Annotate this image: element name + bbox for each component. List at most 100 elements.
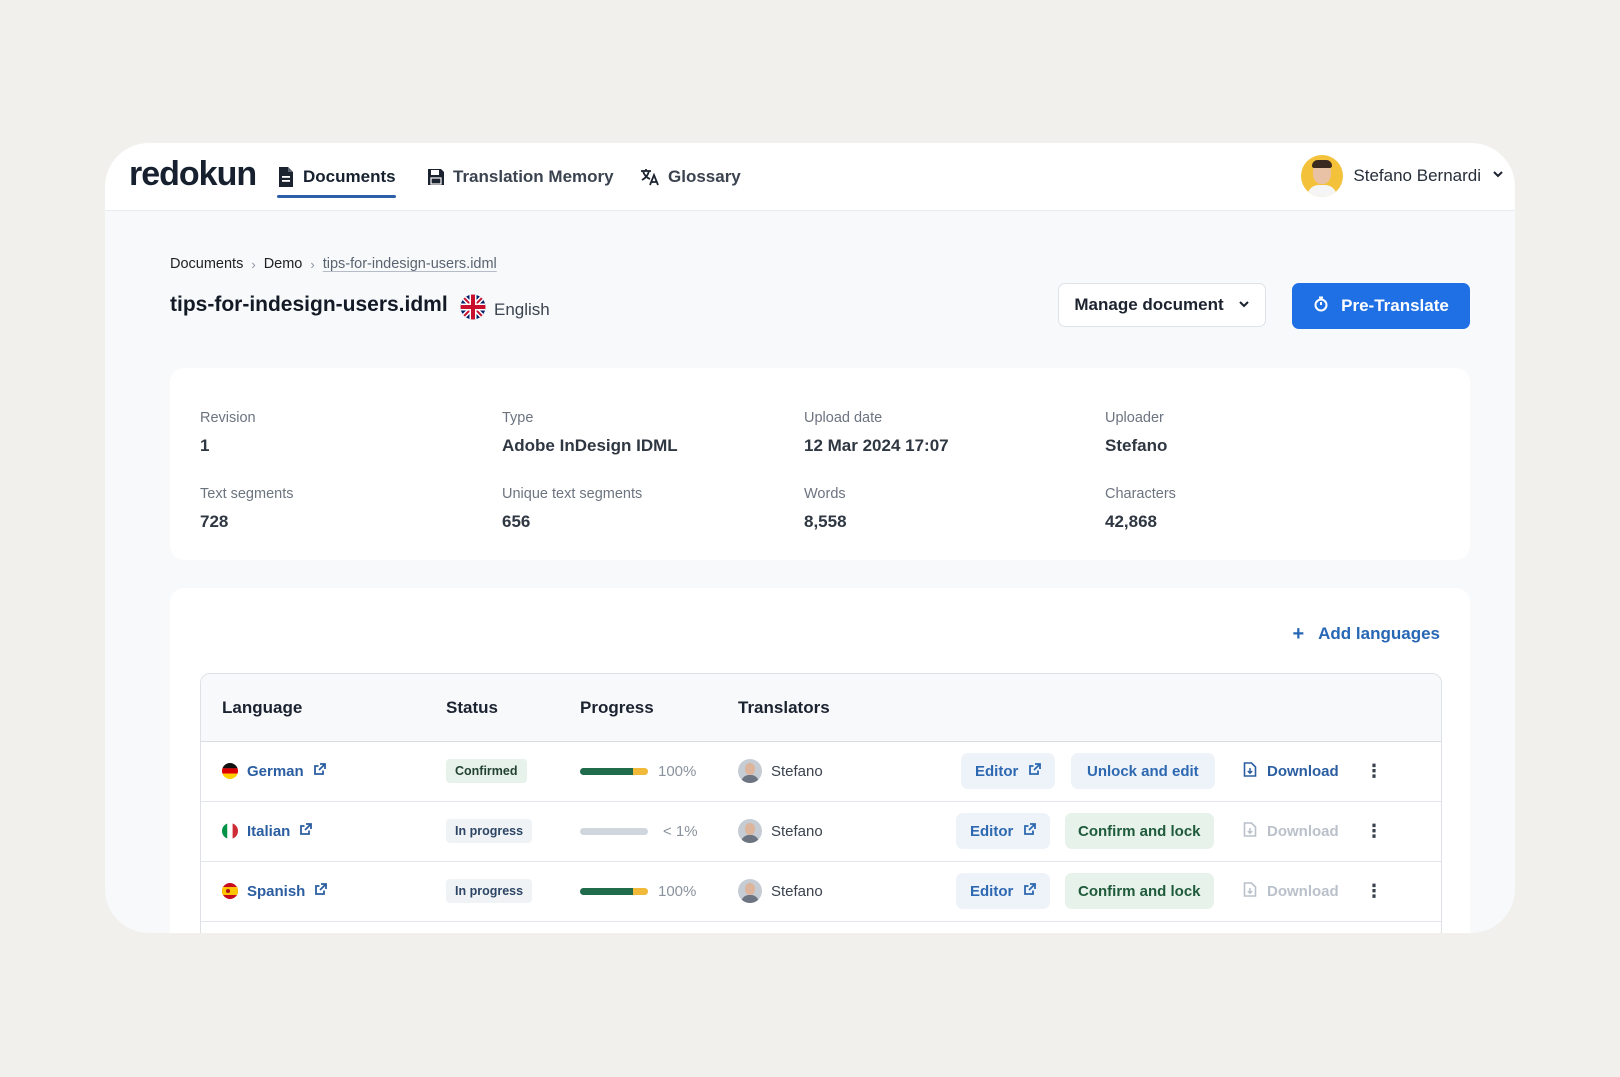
external-link-icon (1023, 822, 1037, 840)
editor-button[interactable]: Editor (961, 753, 1056, 789)
active-tab-indicator (277, 195, 396, 198)
nav-glossary-label: Glossary (668, 166, 741, 186)
progress-label: 100% (658, 882, 697, 900)
stat-upload-date: Upload date 12 Mar 2024 17:07 (804, 410, 949, 455)
chevron-down-icon (1491, 166, 1505, 186)
translator: Stefano (738, 741, 823, 801)
nav-translation-memory[interactable]: Translation Memory (427, 143, 614, 210)
top-navigation: redokun Documents Translation Memory Glo… (105, 143, 1515, 211)
uk-flag-icon (460, 294, 486, 325)
column-translators: Translators (738, 698, 830, 717)
language-link-italian[interactable]: Italian (222, 801, 313, 861)
document-icon (277, 166, 295, 187)
user-menu[interactable]: Stefano Bernardi (1301, 153, 1505, 199)
chevron-down-icon (1238, 295, 1250, 315)
stat-type: Type Adobe InDesign IDML (502, 410, 678, 455)
table-row: Italian In progress < 1% Stefano Editor … (201, 801, 1441, 862)
more-options-icon[interactable]: ⋮ (1365, 861, 1383, 921)
languages-table: Language Status Progress Translators Ger… (200, 673, 1442, 933)
progress-label: 100% (658, 762, 697, 780)
page-title: tips-for-indesign-users.idml (170, 293, 448, 316)
user-avatar (1301, 155, 1344, 197)
editor-button[interactable]: Editor (956, 873, 1051, 909)
progress-bar (580, 767, 648, 775)
breadcrumb-documents[interactable]: Documents (170, 256, 243, 272)
column-progress: Progress (580, 698, 654, 717)
stat-text-segments: Text segments 728 (200, 486, 294, 531)
download-button[interactable]: Download (1243, 861, 1339, 921)
column-language: Language (222, 698, 303, 717)
external-link-icon (1023, 882, 1037, 900)
stat-words: Words 8,558 (804, 486, 847, 531)
translator: Stefano (738, 861, 823, 921)
download-file-icon (1243, 881, 1257, 901)
source-language: English (460, 294, 550, 325)
stat-revision: Revision 1 (200, 410, 256, 455)
app-window: redokun Documents Translation Memory Glo… (105, 143, 1515, 933)
translate-icon (640, 167, 660, 187)
more-options-icon[interactable]: ⋮ (1365, 801, 1383, 861)
translator: Stefano (738, 801, 823, 861)
user-name: Stefano Bernardi (1353, 166, 1481, 185)
app-logo[interactable]: redokun (129, 155, 257, 194)
language-link-spanish[interactable]: Spanish (222, 861, 328, 921)
external-link-icon (1028, 762, 1042, 780)
table-row: Spanish In progress 100% Stefano Editor … (201, 861, 1441, 922)
breadcrumb-current[interactable]: tips-for-indesign-users.idml (323, 256, 497, 272)
download-button[interactable]: Download (1243, 741, 1339, 801)
external-link-icon (314, 882, 328, 900)
spain-flag-icon (222, 883, 238, 899)
italy-flag-icon (222, 823, 238, 839)
germany-flag-icon (222, 763, 238, 779)
breadcrumb-demo[interactable]: Demo (264, 256, 303, 272)
nav-glossary[interactable]: Glossary (640, 143, 741, 210)
status-badge: Confirmed (446, 759, 527, 783)
languages-card: + Add languages Language Status Progress… (170, 588, 1470, 933)
add-languages-label: Add languages (1318, 624, 1440, 643)
column-status: Status (446, 698, 498, 717)
translator-avatar (738, 759, 762, 783)
pre-translate-label: Pre-Translate (1341, 296, 1449, 315)
document-stats-card: Revision 1 Type Adobe InDesign IDML Uplo… (170, 368, 1470, 560)
progress-indicator: < 1% (580, 801, 698, 861)
unlock-and-edit-button[interactable]: Unlock and edit (1071, 753, 1215, 789)
breadcrumb: Documents › Demo › tips-for-indesign-use… (170, 256, 497, 272)
download-file-icon (1243, 761, 1257, 781)
status-badge: In progress (446, 819, 533, 843)
nav-documents[interactable]: Documents (277, 143, 396, 210)
editor-button[interactable]: Editor (956, 813, 1051, 849)
stat-uploader: Uploader Stefano (1105, 410, 1168, 455)
progress-label: < 1% (663, 822, 698, 840)
plus-icon: + (1292, 623, 1305, 645)
progress-bar (580, 827, 648, 835)
translator-avatar (738, 819, 762, 843)
chevron-right-icon: › (310, 256, 315, 272)
more-options-icon[interactable]: ⋮ (1365, 741, 1383, 801)
status-badge: In progress (446, 879, 533, 903)
chevron-right-icon: › (251, 256, 256, 272)
table-header: Language Status Progress Translators (201, 674, 1441, 742)
save-icon (427, 168, 445, 186)
external-link-icon (299, 822, 313, 840)
progress-indicator: 100% (580, 861, 696, 921)
timer-icon (1313, 296, 1329, 317)
progress-indicator: 100% (580, 741, 696, 801)
external-link-icon (313, 762, 326, 780)
manage-document-button[interactable]: Manage document (1058, 283, 1266, 327)
stat-characters: Characters 42,868 (1105, 486, 1176, 531)
nav-documents-label: Documents (303, 166, 396, 186)
confirm-and-lock-button[interactable]: Confirm and lock (1065, 873, 1214, 909)
table-row: German Confirmed 100% Stefano Editor Unl… (201, 741, 1441, 802)
translator-avatar (738, 879, 762, 903)
pre-translate-button[interactable]: Pre-Translate (1292, 283, 1470, 329)
add-languages-button[interactable]: + Add languages (1292, 624, 1440, 644)
confirm-and-lock-button[interactable]: Confirm and lock (1065, 813, 1214, 849)
progress-bar (580, 887, 648, 895)
nav-translation-memory-label: Translation Memory (453, 166, 614, 186)
manage-document-label: Manage document (1074, 295, 1224, 314)
download-button[interactable]: Download (1243, 801, 1339, 861)
source-language-label: English (494, 299, 550, 319)
download-file-icon (1243, 821, 1257, 841)
language-link-german[interactable]: German (222, 741, 326, 801)
stat-unique-text-segments: Unique text segments 656 (502, 486, 643, 531)
